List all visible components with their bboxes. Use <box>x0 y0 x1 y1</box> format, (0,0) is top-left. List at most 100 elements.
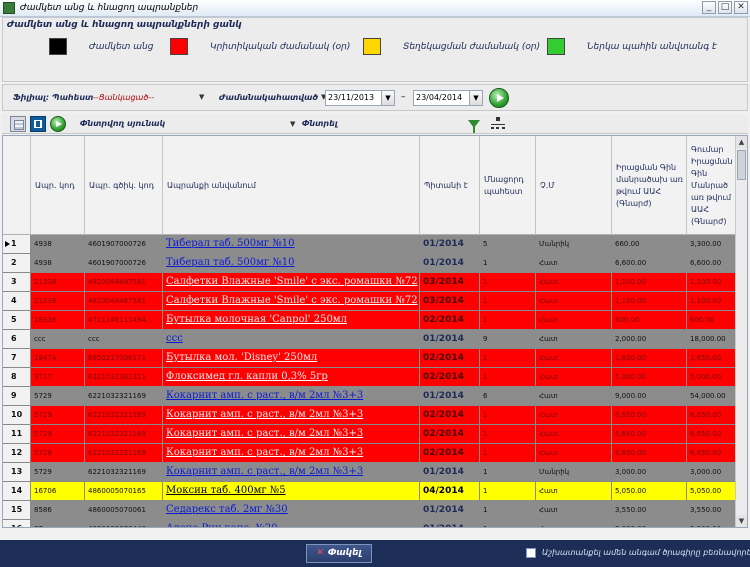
table-row[interactable]: 5 18336 4711146111494... Бутылка молочная '… <box>3 311 737 330</box>
vertical-scrollbar[interactable]: ▲ ▼ <box>735 136 747 527</box>
valid-until-cell: 03/2014 <box>420 292 480 310</box>
product-name-link[interactable]: Кокарнит амп. с раст., в/м 2мл №3+3 <box>163 444 420 462</box>
scroll-thumb[interactable] <box>737 150 746 180</box>
product-name-link[interactable]: ccc <box>163 330 420 348</box>
column-header[interactable]: Պիտանի է <box>420 136 480 235</box>
autostart-checkbox[interactable] <box>526 548 536 558</box>
price-cell: 600.00 <box>612 311 687 329</box>
table-row[interactable]: 12 5729 6221032321169 Кокарнит амп. с раст.… <box>3 444 737 463</box>
chevron-down-icon[interactable]: ▼ <box>199 93 204 101</box>
table-row[interactable]: 16874860005070448Адено Риц капс. №2001/2… <box>3 520 737 527</box>
barcode-cell: 4820048487581 <box>85 292 163 310</box>
column-header[interactable]: Չ.Մ <box>536 136 612 235</box>
table-row[interactable]: 1 4938 4601907000726 Тиберал таб. 500мг №10… <box>3 235 737 254</box>
column-header[interactable]: Ապրանքի անվանում <box>163 136 420 235</box>
table-row[interactable]: 14 16706 4860005070165 Моксин таб. 400мг №5… <box>3 482 737 501</box>
price-cell: 6,650.00 <box>612 425 687 443</box>
row-number-cell: 7 <box>3 349 31 367</box>
product-name-link[interactable]: Салфетки Влажные 'Smile' с экс. ромашки … <box>163 273 420 291</box>
close-window-button[interactable]: ✕ <box>734 1 748 14</box>
product-name-link[interactable]: Кокарнит амп. с раст., в/м 2мл №3+3 <box>163 406 420 424</box>
column-header[interactable]: Ապր. կոդ <box>31 136 85 235</box>
product-name-link[interactable]: Флоксимед гл. капли 0,3% 5гр <box>163 368 420 386</box>
column-header[interactable]: Ապր. գծիկ. կոդ <box>85 136 163 235</box>
row-number-cell: 2 <box>3 254 31 272</box>
product-code-cell: 5729 <box>31 444 85 462</box>
product-code-cell: 4938 <box>31 254 85 272</box>
chevron-down-icon[interactable]: ▼ <box>290 120 295 128</box>
date-to-field[interactable]: 23/04/2014 ▼ <box>413 90 483 106</box>
table-row[interactable]: 9 5729 6221032321169 Кокарнит амп. с раст.,… <box>3 387 737 406</box>
column-header[interactable]: Գումար Իրացման Գին Մանրած առ թվում ԱԱՀ (… <box>687 136 737 235</box>
table-row[interactable]: 15 8586 4860005070061 Седарекс таб. 2мг №30… <box>3 501 737 520</box>
close-button[interactable]: ✕ Փակել <box>306 544 372 563</box>
product-name-link[interactable]: Кокарнит амп. с раст., в/м 2мл №3+3 <box>163 387 420 405</box>
maximize-button[interactable]: □ <box>718 1 732 14</box>
price-cell: 1,100.00 <box>612 292 687 310</box>
barcode-cell: 6221032321169 <box>85 444 163 462</box>
quantity-cell: 1 <box>480 406 536 424</box>
product-name-link[interactable]: Кокарнит амп. с раст., в/м 2мл №3+3 <box>163 463 420 481</box>
scroll-down-icon[interactable]: ▼ <box>736 515 747 527</box>
product-name-link[interactable]: Адено Риц капс. №20 <box>163 520 420 527</box>
grid-toolbar: Փնտրվող սյունակ ▼ Փնտրել <box>2 114 748 134</box>
column-search-select[interactable]: Փնտրվող սյունակ <box>80 119 165 128</box>
hierarchy-icon[interactable] <box>490 116 506 132</box>
unit-cell: Հատ <box>536 520 612 527</box>
product-name-link[interactable]: Бутылка молочная 'Canpol' 250мл <box>163 311 420 329</box>
grid-settings-icon[interactable] <box>10 116 26 132</box>
calendar-dropdown-icon[interactable]: ▼ <box>381 91 394 105</box>
product-name-link[interactable]: Седарекс таб. 2мг №30 <box>163 501 420 519</box>
quantity-cell: 1 <box>480 311 536 329</box>
price-cell: 1,100.00 <box>612 273 687 291</box>
table-row[interactable]: 11 5729 6221032321169 Кокарнит амп. с раст.… <box>3 425 737 444</box>
total-cell: 3,550.00 <box>687 501 737 519</box>
row-number-cell: 6 <box>3 330 31 348</box>
row-number-cell: 4 <box>3 292 31 310</box>
product-name-link[interactable]: Салфетки Влажные 'Smile' с экс. ромашки … <box>163 292 420 310</box>
product-name-link[interactable]: Бутылка мол. 'Disney' 250мл <box>163 349 420 367</box>
total-cell: 1,100.00 <box>687 273 737 291</box>
apply-filter-button[interactable] <box>489 88 509 108</box>
refresh-icon[interactable] <box>50 116 66 132</box>
current-row-marker-icon <box>5 241 10 247</box>
product-name-link[interactable]: Тиберал таб. 500мг №10 <box>163 254 420 272</box>
excel-export-icon[interactable] <box>30 116 46 132</box>
date-from-field[interactable]: 23/11/2013 ▼ <box>325 90 395 106</box>
product-code-cell: 21338 <box>31 292 85 310</box>
column-header[interactable]: Իրացման Գին մանրածախ առ թվում ԱԱՀ (Գնարժ… <box>612 136 687 235</box>
valid-until-cell: 01/2014 <box>420 463 480 481</box>
legend-panel: Ժամկետ անց և հնացող ապրանքների ցանկ Ժամկ… <box>2 17 748 82</box>
valid-until-cell: 01/2014 <box>420 501 480 519</box>
product-name-link[interactable]: Моксин таб. 400мг №5 <box>163 482 420 500</box>
branch-select[interactable]: --Ցանկացած-- <box>93 93 154 102</box>
total-cell: 3,300.00 <box>687 235 737 253</box>
table-row[interactable]: 3 21338 4820048487581 Салфетки Влажные 'Smi… <box>3 273 737 292</box>
quantity-cell: 5 <box>480 235 536 253</box>
search-input[interactable]: Փնտրել <box>302 119 338 128</box>
table-row[interactable]: 6 ccc ccc ccc 01/2014 9 Հատ 2,000.00 18,000.00 <box>3 330 737 349</box>
table-row[interactable]: 13 5729 6221032321169 Кокарнит амп. с раст.… <box>3 463 737 482</box>
product-code-cell: 4938 <box>31 235 85 253</box>
table-row[interactable]: 10 5729 6221032321169 Кокарнит амп. с раст.… <box>3 406 737 425</box>
product-name-link[interactable]: Кокарнит амп. с раст., в/м 2мл №3+3 <box>163 425 420 443</box>
product-name-link[interactable]: Тиберал таб. 500мг №10 <box>163 235 420 253</box>
price-cell: 2,000.00 <box>612 520 687 527</box>
table-row[interactable]: 7 18474 8850217006171 Бутылка мол. 'Disney'… <box>3 349 737 368</box>
price-cell: 6,600.00 <box>612 254 687 272</box>
valid-until-cell: 04/2014 <box>420 482 480 500</box>
scroll-up-icon[interactable]: ▲ <box>736 136 747 148</box>
table-row[interactable]: 2 4938 4601907000726 Тиберал таб. 500мг №10… <box>3 254 737 273</box>
table-row[interactable]: 4 21338 4820048487581 Салфетки Влажные 'Smi… <box>3 292 737 311</box>
barcode-cell: ccc <box>85 330 163 348</box>
minimize-button[interactable]: _ <box>702 1 716 14</box>
grid-header: Ապր. կոդ Ապր. գծիկ. կոդ Ապրանքի անվանում… <box>3 136 737 235</box>
valid-until-cell: 02/2014 <box>420 444 480 462</box>
table-row[interactable]: 8 3717 6221032381311 Флоксимед гл. капли 0,… <box>3 368 737 387</box>
filter-icon[interactable] <box>468 120 480 133</box>
price-cell: 3,550.00 <box>612 501 687 519</box>
calendar-dropdown-icon[interactable]: ▼ <box>469 91 482 105</box>
row-number-cell-current: 1 <box>3 235 31 253</box>
column-header[interactable]: Մնացորդ պահեստ <box>480 136 536 235</box>
valid-until-cell: 02/2014 <box>420 349 480 367</box>
